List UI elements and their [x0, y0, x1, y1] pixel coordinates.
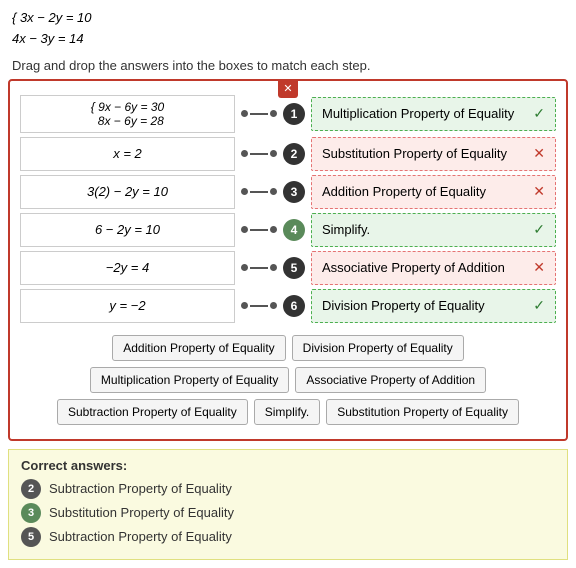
cross-icon-5: ✕	[533, 259, 545, 276]
check-icon-1: ✓	[533, 105, 545, 122]
connector-2	[241, 150, 277, 157]
connector-6	[241, 302, 277, 309]
chip-division[interactable]: Division Property of Equality	[292, 335, 464, 361]
step-row-3: 3(2) − 2y = 10 3 Addition Property of Eq…	[20, 175, 556, 209]
step-num-4: 4	[283, 219, 305, 241]
step-num-2: 2	[283, 143, 305, 165]
correct-row-5: 5 Subtraction Property of Equality	[21, 527, 555, 547]
step-row-5: −2y = 4 5 Associative Property of Additi…	[20, 251, 556, 285]
step-row-2: x = 2 2 Substitution Property of Equalit…	[20, 137, 556, 171]
step-expr-5: −2y = 4	[20, 251, 235, 285]
connector-3	[241, 188, 277, 195]
step-answer-4[interactable]: Simplify. ✓	[311, 213, 556, 247]
system-equations: { 3x − 2y = 10 4x − 3y = 14	[0, 0, 576, 54]
chip-simplify[interactable]: Simplify.	[254, 399, 320, 425]
correct-num-5: 5	[21, 527, 41, 547]
correct-answers-title: Correct answers:	[21, 458, 555, 473]
step-expr-2: x = 2	[20, 137, 235, 171]
step-row-6: y = −2 6 Division Property of Equality ✓	[20, 289, 556, 323]
chip-substitution[interactable]: Substitution Property of Equality	[326, 399, 519, 425]
cross-icon-2: ✕	[533, 145, 545, 162]
check-icon-4: ✓	[533, 221, 545, 238]
step-expr-1: { 9x − 6y = 30 8x − 6y = 28	[20, 95, 235, 133]
step-expr-6: y = −2	[20, 289, 235, 323]
step-num-3: 3	[283, 181, 305, 203]
step-num-5: 5	[283, 257, 305, 279]
step-answer-1[interactable]: Multiplication Property of Equality ✓	[311, 97, 556, 131]
steps-area: { 9x − 6y = 30 8x − 6y = 28 1 Multiplica…	[10, 81, 566, 327]
connector-5	[241, 264, 277, 271]
correct-num-2: 2	[21, 479, 41, 499]
step-answer-5[interactable]: Associative Property of Addition ✕	[311, 251, 556, 285]
connector-1	[241, 110, 277, 117]
step-expr-4: 6 − 2y = 10	[20, 213, 235, 247]
answer-bank: Addition Property of Equality Division P…	[10, 327, 566, 431]
step-num-1: 1	[283, 103, 305, 125]
connector-4	[241, 226, 277, 233]
step-row-4: 6 − 2y = 10 4 Simplify. ✓	[20, 213, 556, 247]
correct-row-3: 3 Substitution Property of Equality	[21, 503, 555, 523]
step-row-1: { 9x − 6y = 30 8x − 6y = 28 1 Multiplica…	[20, 95, 556, 133]
correct-text-5: Subtraction Property of Equality	[49, 529, 232, 544]
step-answer-6[interactable]: Division Property of Equality ✓	[311, 289, 556, 323]
step-expr-3: 3(2) − 2y = 10	[20, 175, 235, 209]
correct-text-2: Subtraction Property of Equality	[49, 481, 232, 496]
chip-multiplication[interactable]: Multiplication Property of Equality	[90, 367, 289, 393]
cross-icon-3: ✕	[533, 183, 545, 200]
chip-addition[interactable]: Addition Property of Equality	[112, 335, 285, 361]
chip-associative[interactable]: Associative Property of Addition	[295, 367, 486, 393]
equation-line1: { 3x − 2y = 10	[12, 8, 564, 29]
check-icon-6: ✓	[533, 297, 545, 314]
step-answer-3[interactable]: Addition Property of Equality ✕	[311, 175, 556, 209]
instruction-text: Drag and drop the answers into the boxes…	[0, 54, 576, 79]
close-button[interactable]: ✕	[278, 80, 298, 98]
correct-num-3: 3	[21, 503, 41, 523]
correct-row-2: 2 Subtraction Property of Equality	[21, 479, 555, 499]
correct-text-3: Substitution Property of Equality	[49, 505, 234, 520]
main-box: ✕ { 9x − 6y = 30 8x − 6y = 28 1 Multipli…	[8, 79, 568, 441]
step-num-6: 6	[283, 295, 305, 317]
step-answer-2[interactable]: Substitution Property of Equality ✕	[311, 137, 556, 171]
chip-subtraction[interactable]: Subtraction Property of Equality	[57, 399, 248, 425]
correct-answers-box: Correct answers: 2 Subtraction Property …	[8, 449, 568, 560]
equation-line2: 4x − 3y = 14	[12, 29, 564, 50]
